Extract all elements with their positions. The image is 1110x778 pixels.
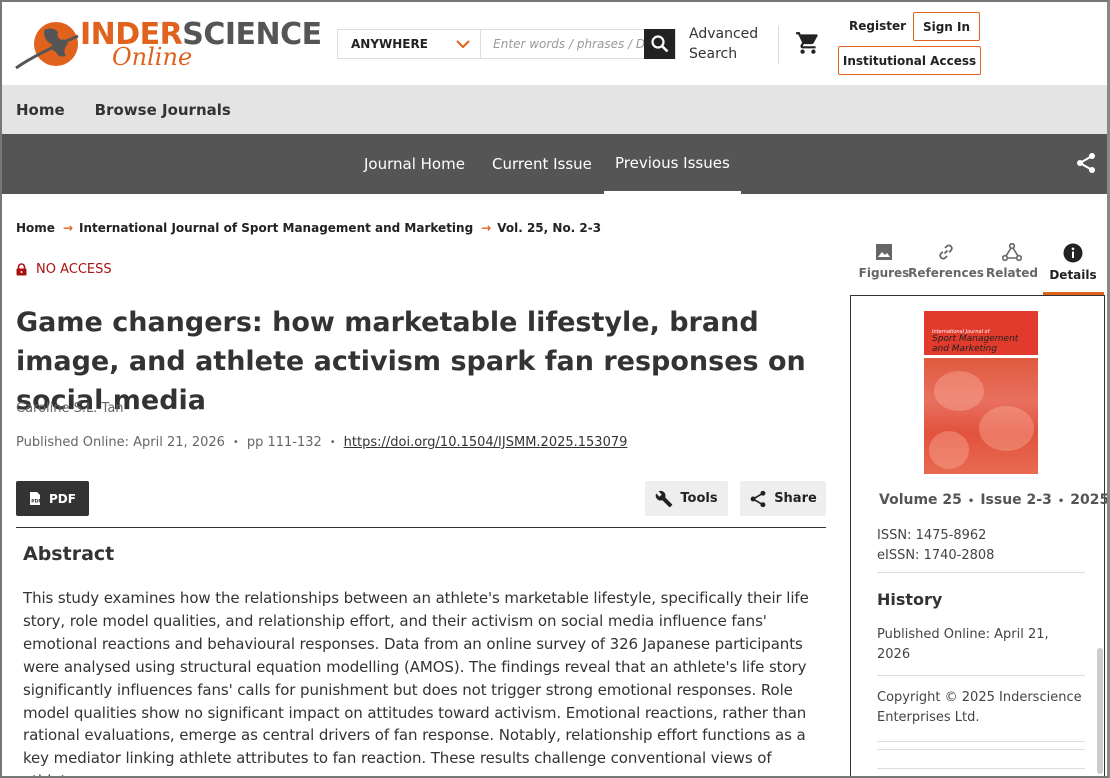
search-button[interactable] [644, 29, 675, 59]
advanced-search-line1: Advanced [689, 26, 759, 42]
journal-nav-journal-home[interactable]: Journal Home [364, 134, 465, 194]
nav-browse-journals[interactable]: Browse Journals [95, 101, 231, 119]
tab-details[interactable]: Details [1041, 240, 1105, 294]
breadcrumb-arrow-icon: → [62, 221, 73, 235]
tab-related[interactable]: Related [979, 240, 1045, 294]
breadcrumb-home[interactable]: Home [16, 221, 55, 235]
search-scope-select[interactable]: ANYWHERE [338, 30, 482, 58]
breadcrumb-journal[interactable]: International Journal of Sport Managemen… [79, 221, 473, 235]
journal-share-button[interactable] [1075, 152, 1097, 178]
issue-number[interactable]: Issue 2-3 [980, 492, 1052, 508]
tools-button[interactable]: Tools [645, 481, 728, 516]
link-icon [939, 244, 953, 260]
pdf-button[interactable]: PDF PDF [16, 481, 89, 516]
cover-art [934, 371, 984, 411]
journal-cover-image[interactable]: International Journal of Sport Managemen… [924, 311, 1038, 474]
side-tabs: Figures References Related Details [851, 240, 1105, 296]
tab-related-label: Related [985, 266, 1039, 280]
chevron-down-icon [456, 40, 470, 49]
access-status-label: NO ACCESS [36, 262, 112, 277]
abstract-text: This study examines how the relationship… [23, 589, 809, 778]
tab-references-label: References [908, 266, 984, 280]
details-divider [877, 741, 1085, 742]
cover-title: Sport Management and Marketing [932, 334, 1019, 354]
tab-references[interactable]: References [908, 240, 984, 294]
issn-info: ISSN: 1475-8962 eISSN: 1740-2808 [877, 526, 994, 566]
publication-info: Published Online: April 21, 2026 • pp 11… [16, 435, 627, 450]
breadcrumb: Home → International Journal of Sport Ma… [16, 221, 601, 235]
cover-art [979, 406, 1034, 451]
tab-figures[interactable]: Figures [851, 240, 917, 294]
main-nav: Home Browse Journals [0, 85, 1110, 134]
journal-nav-current-issue[interactable]: Current Issue [492, 134, 592, 194]
separator-dot: • [329, 437, 336, 448]
volume-info: Volume 25 • Issue 2-3 • 2025 [879, 492, 1109, 508]
panel-scrollbar[interactable] [1097, 648, 1103, 774]
search-bar: ANYWHERE [337, 29, 676, 59]
search-input[interactable] [481, 30, 645, 58]
logo-online-text: Online [112, 43, 193, 71]
sign-in-button[interactable]: Sign In [913, 12, 980, 41]
separator-dot: • [967, 496, 975, 507]
details-divider [877, 675, 1085, 676]
tools-button-label: Tools [680, 491, 718, 506]
cover-band [924, 355, 1038, 358]
tab-figures-label: Figures [858, 266, 910, 280]
nav-home[interactable]: Home [16, 101, 65, 119]
related-network-icon [1002, 243, 1022, 261]
details-divider [877, 749, 1085, 750]
search-icon [650, 35, 669, 53]
published-date: Published Online: April 21, 2026 [16, 435, 225, 450]
institutional-access-button[interactable]: Institutional Access [838, 46, 981, 75]
access-status: NO ACCESS [16, 262, 112, 277]
share-button-label: Share [774, 491, 817, 506]
advanced-search-line2: Search [689, 46, 738, 62]
globe-logo-icon [15, 22, 79, 70]
copyright-notice: Copyright © 2025 Inderscience Enterprise… [877, 690, 1082, 725]
cart-icon [796, 32, 818, 54]
article-title: Game changers: how marketable lifestyle,… [16, 307, 806, 416]
site-header: INDERSCIENCE Online ANYWHERE Advanced Se… [0, 0, 1110, 85]
cart-button[interactable] [795, 30, 821, 60]
advanced-search-link[interactable]: Advanced Search [689, 24, 758, 64]
doi-link[interactable]: https://doi.org/10.1504/IJSMM.2025.15307… [344, 435, 628, 450]
wrench-icon [656, 490, 673, 507]
header-divider [778, 26, 779, 64]
history-heading: History [877, 590, 943, 609]
separator-dot: • [232, 437, 239, 448]
eissn: eISSN: 1740-2808 [877, 548, 995, 563]
share-icon [750, 490, 766, 507]
volume-number[interactable]: Volume 25 [879, 492, 962, 508]
breadcrumb-issue[interactable]: Vol. 25, No. 2-3 [497, 221, 601, 235]
page-range: pp 111-132 [246, 435, 322, 450]
register-link[interactable]: Register [849, 19, 906, 33]
share-icon [1077, 153, 1095, 173]
tab-details-label: Details [1049, 268, 1097, 282]
journal-nav: Journal Home Current Issue Previous Issu… [0, 134, 1110, 194]
pdf-button-label: PDF [49, 491, 76, 506]
article-share-button[interactable]: Share [740, 481, 826, 516]
section-divider [16, 527, 826, 528]
breadcrumb-arrow-icon: → [481, 221, 492, 235]
separator-dot: • [1057, 496, 1065, 507]
abstract-heading: Abstract [23, 543, 115, 565]
svg-text:PDF: PDF [31, 499, 41, 505]
details-divider [877, 572, 1085, 573]
search-scope-value: ANYWHERE [351, 37, 428, 51]
lock-icon [16, 263, 27, 276]
issn: ISSN: 1475-8962 [877, 528, 987, 543]
volume-year: 2025 [1070, 492, 1110, 508]
journal-nav-previous-issues[interactable]: Previous Issues [604, 134, 741, 194]
article-author[interactable]: Caroline S.L. Tan [16, 401, 124, 416]
history-published: Published Online: April 21, 2026 [877, 627, 1049, 662]
cover-art [929, 431, 969, 469]
details-divider [877, 768, 1085, 769]
inderscience-logo[interactable]: INDERSCIENCE Online [14, 16, 322, 74]
info-icon [1063, 243, 1083, 263]
pdf-file-icon: PDF [30, 492, 41, 505]
image-icon [876, 244, 892, 260]
